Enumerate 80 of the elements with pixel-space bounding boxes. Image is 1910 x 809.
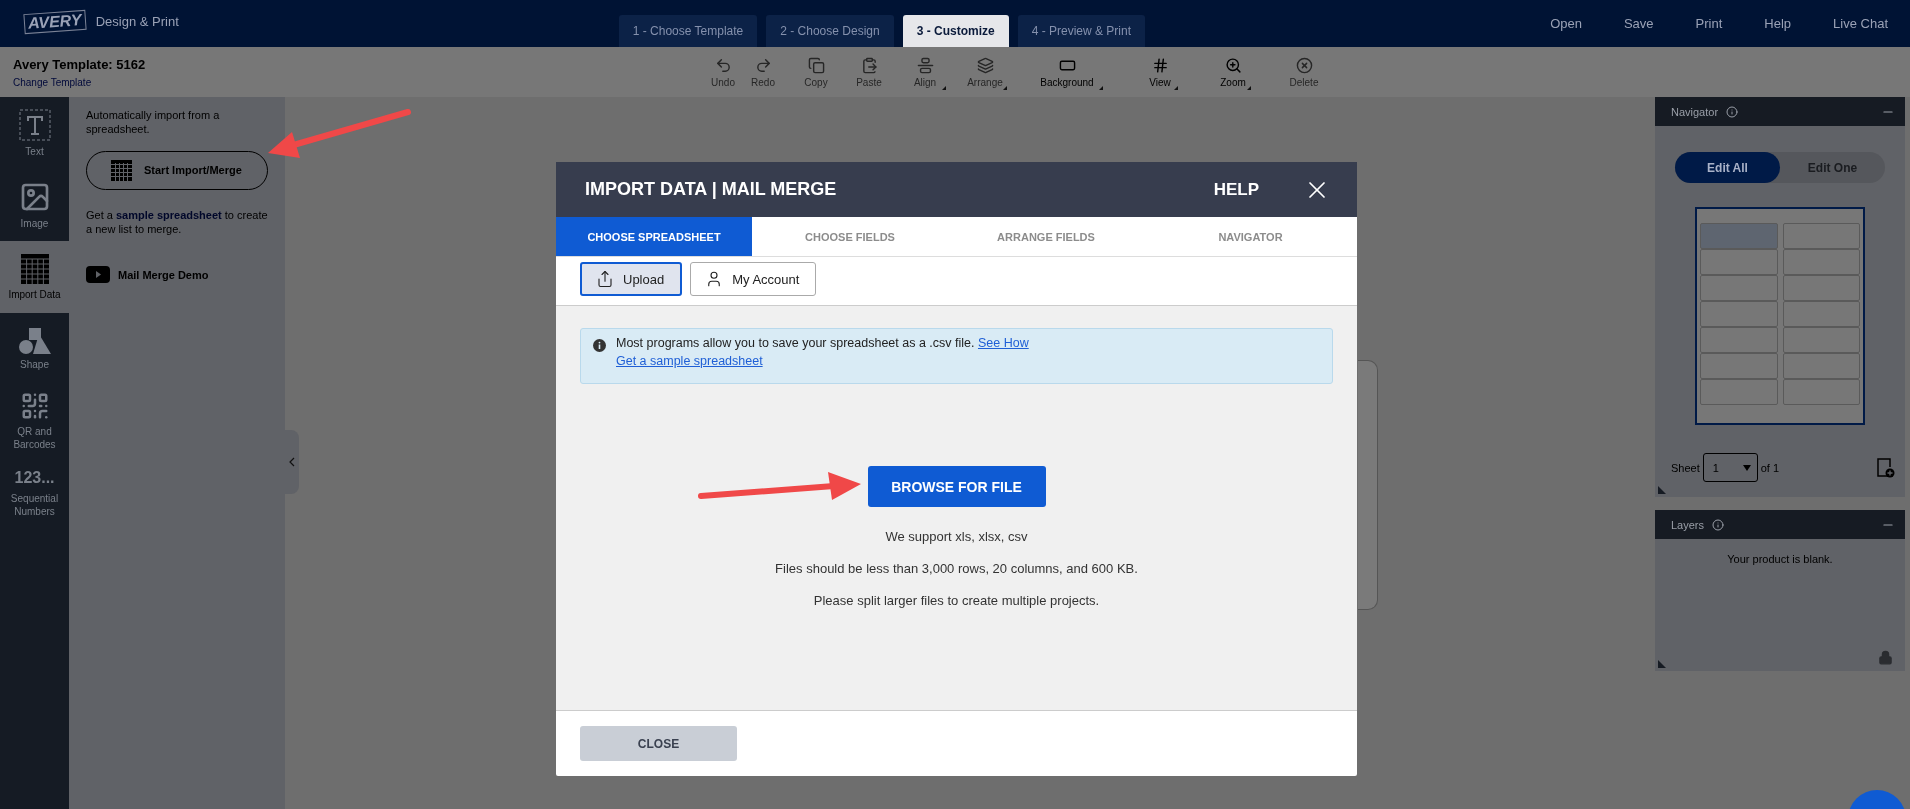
note-text: We support xls, xlsx, csv [885, 529, 1028, 544]
chevron-icon [289, 457, 295, 467]
menu-link[interactable]: Open [1550, 16, 1582, 31]
view-icon [1151, 56, 1169, 74]
numbers-glyph: 123... [14, 467, 55, 488]
sample-spreadsheet-link[interactable]: Get a sample spreadsheet [616, 354, 763, 368]
mode-button[interactable]: Edit All [1675, 152, 1780, 183]
info-icon [593, 339, 606, 352]
sheet-preview[interactable] [1695, 207, 1865, 425]
toolbar-button[interactable]: View [1125, 56, 1195, 88]
mode-button[interactable]: Edit One [1780, 152, 1885, 183]
demo-link[interactable]: Mail Merge Demo [118, 268, 209, 281]
sample-text: Get a sample spreadsheet to create a new list to merge. [86, 207, 268, 237]
help-link[interactable]: HELP [1213, 179, 1259, 200]
step-tab[interactable]: 4 - Preview & Print [1017, 15, 1146, 47]
sidebar-label: Sequential Numbers [9, 492, 60, 519]
template-title: Avery Template: 5162 [13, 56, 147, 72]
sidebar-item[interactable]: Import Data [0, 241, 69, 313]
source-button[interactable]: Upload [580, 262, 683, 296]
menu-link[interactable]: Print [1695, 16, 1723, 31]
redo-icon [754, 56, 772, 74]
logo[interactable]: AVERY [23, 9, 87, 34]
delete-icon [1295, 56, 1313, 74]
info-icon[interactable] [1712, 518, 1725, 531]
sidebar-label: Shape [20, 357, 49, 371]
empty-message: Your product is blank. [1726, 553, 1834, 565]
info-text: Most programs allow you to save your spreadsheet as a .csv file. See How [616, 336, 1029, 350]
share-icon [596, 270, 614, 288]
dialog-tab[interactable]: CHOOSE SPREADSHEET [556, 217, 752, 256]
source-button[interactable]: My Account [690, 262, 817, 296]
paste-icon [860, 56, 878, 74]
sheet-select[interactable]: 1 [1702, 453, 1758, 482]
sidebar-label: Import Data [8, 287, 61, 301]
sidebar-item[interactable]: Text [0, 97, 69, 169]
copy-icon [807, 56, 825, 74]
step-tab[interactable]: 3 - Customize [902, 15, 1009, 47]
play-icon [86, 266, 110, 284]
lock-icon[interactable] [1878, 650, 1893, 665]
undo-icon [714, 56, 732, 74]
resize-icon[interactable] [1658, 486, 1666, 494]
note-text: Files should be less than 3,000 rows, 20 columns, and 600 KB. [775, 561, 1138, 576]
arrange-icon [976, 56, 994, 74]
sample-link[interactable]: sample spreadsheet [115, 208, 222, 221]
grid-icon [20, 253, 49, 284]
sidebar-label: QR and Barcodes [12, 425, 57, 451]
align-icon [916, 56, 934, 74]
dialog-title: IMPORT DATA | MAIL MERGE [585, 179, 837, 200]
grid-icon [111, 159, 132, 181]
toolbar-button[interactable]: Background [1009, 56, 1125, 88]
panel-title: Navigator [1671, 105, 1719, 118]
change-template-link[interactable]: Change Template [13, 76, 703, 88]
sidebar-item[interactable]: Shape [0, 313, 69, 385]
step-tab[interactable]: 2 - Choose Design [766, 15, 894, 47]
add-page-icon[interactable] [1877, 457, 1895, 478]
text-tool-icon [18, 108, 51, 141]
app-name: Design & Print [95, 14, 179, 29]
menu-link[interactable]: Save [1623, 16, 1654, 31]
zoom-icon [1224, 56, 1242, 74]
step-tab[interactable]: 1 - Choose Template [618, 15, 758, 47]
sheet-label: Sheet [1671, 461, 1700, 474]
sidebar-item[interactable]: Image [0, 169, 69, 241]
sidebar-label: Image [20, 216, 49, 230]
intro-text: Automatically import from a spreadsheet. [86, 108, 221, 137]
note-text: Please split larger files to create multiple projects. [813, 593, 1100, 608]
collapse-tab[interactable] [285, 430, 299, 494]
info-icon[interactable] [1726, 105, 1739, 118]
sidebar-label: Text [25, 144, 44, 158]
menu-link[interactable]: Live Chat [1833, 16, 1888, 31]
toolbar-button[interactable]: Zoom [1195, 56, 1271, 88]
sidebar-item[interactable]: 123... Sequential Numbers [0, 457, 69, 529]
browse-button[interactable]: BROWSE FOR FILE [867, 466, 1046, 507]
see-how-link[interactable]: See How [978, 336, 1029, 350]
panel-title: Layers [1671, 518, 1705, 531]
shapes-icon [18, 327, 51, 354]
menu-link[interactable]: Help [1764, 16, 1792, 31]
sidebar-item[interactable]: QR and Barcodes [0, 385, 69, 457]
sheet-count: of 1 [1760, 461, 1780, 474]
close-dialog-button[interactable]: CLOSE [580, 726, 737, 761]
resize-icon[interactable] [1658, 660, 1666, 668]
caret-icon [1742, 464, 1751, 471]
